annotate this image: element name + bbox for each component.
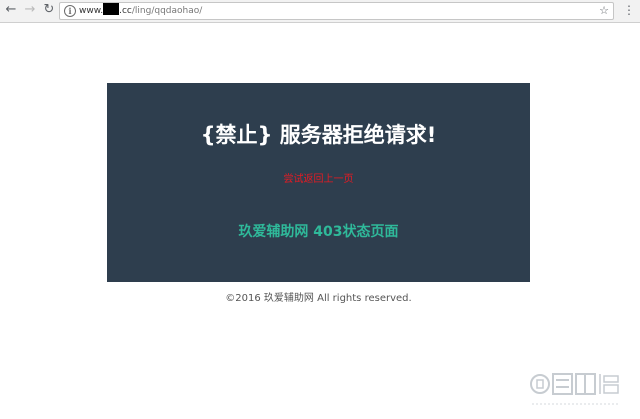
redacted-domain [103,3,120,15]
url-prefix: www. [79,6,104,16]
back-button[interactable]: ← [3,2,19,18]
watermark-logo [530,373,620,405]
status-text: 玖爱辅助网 403状态页面 [238,224,399,240]
forward-button[interactable]: → [22,2,38,18]
url-text: www. .cc/ling/qqdaohao/ [79,3,202,19]
footer-copyright: ©2016 玖爱辅助网 All rights reserved. [225,293,412,304]
address-bar[interactable]: i www. .cc/ling/qqdaohao/ ☆ [59,2,614,20]
url-path: /ling/qqdaohao/ [131,6,203,16]
menu-icon[interactable]: ⋮ [623,3,635,19]
browser-toolbar: ← → ↻ i www. .cc/ling/qqdaohao/ ☆ ⋮ [0,0,640,23]
bookmark-star-icon[interactable]: ☆ [599,3,609,19]
info-icon[interactable]: i [64,5,76,17]
back-link[interactable]: 尝试返回上一页 [107,173,530,187]
url-suffix: .cc [119,6,132,16]
reload-button[interactable]: ↻ [41,2,57,18]
error-panel: {禁止} 服务器拒绝请求! 尝试返回上一页 玖爱辅助网 403状态页面 [107,83,530,282]
page-title: {禁止} 服务器拒绝请求! [200,123,437,147]
